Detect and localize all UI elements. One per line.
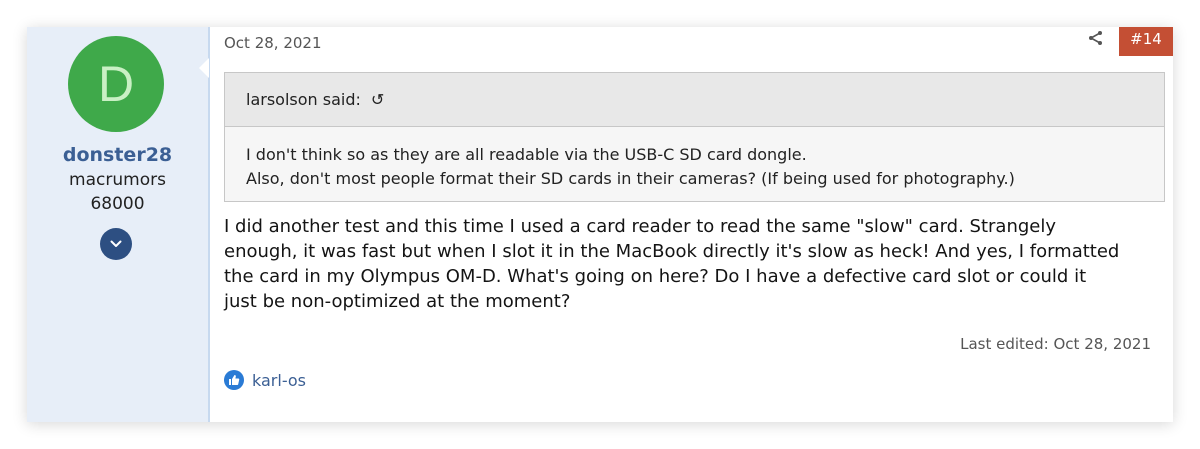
- username-link[interactable]: donster28: [27, 144, 208, 166]
- quote-header[interactable]: larsolson said: ↺: [225, 73, 1164, 127]
- message-line: just be non-optimized at the moment?: [224, 291, 571, 312]
- user-info-panel: D donster28 macrumors 68000: [27, 27, 210, 422]
- post-card: D donster28 macrumors 68000 Oct 28, 2021…: [27, 27, 1173, 422]
- message-line: enough, it was fast but when I slot it i…: [224, 241, 1120, 262]
- jump-to-quote-icon[interactable]: ↺: [371, 90, 384, 109]
- chevron-down-icon: [110, 240, 122, 247]
- post-number-link[interactable]: #14: [1119, 27, 1173, 56]
- message-line: I did another test and this time I used …: [224, 216, 1057, 237]
- post-message: I did another test and this time I used …: [224, 214, 1169, 314]
- avatar-letter: D: [97, 56, 135, 112]
- reaction-users-link[interactable]: karl-os: [252, 371, 306, 390]
- avatar[interactable]: D: [68, 36, 164, 132]
- like-icon: [224, 370, 244, 390]
- quote-content: I don't think so as they are all readabl…: [225, 127, 1164, 191]
- user-panel-arrow: [199, 58, 209, 78]
- message-line: the card in my Olympus OM-D. What's goin…: [224, 266, 1087, 287]
- quote-block: larsolson said: ↺ I don't think so as th…: [224, 72, 1165, 202]
- share-icon[interactable]: [1087, 29, 1105, 47]
- last-edited-note: Last edited: Oct 28, 2021: [960, 335, 1151, 353]
- user-title-line2: 68000: [90, 194, 145, 214]
- reactions-bar[interactable]: karl-os: [224, 370, 306, 390]
- post-date-link[interactable]: Oct 28, 2021: [224, 34, 322, 52]
- user-title-line1: macrumors: [69, 170, 166, 190]
- quote-author[interactable]: larsolson said:: [246, 90, 361, 109]
- quote-line: I don't think so as they are all readabl…: [246, 145, 807, 164]
- expand-user-button[interactable]: [100, 228, 132, 260]
- quote-line: Also, don't most people format their SD …: [246, 169, 1015, 188]
